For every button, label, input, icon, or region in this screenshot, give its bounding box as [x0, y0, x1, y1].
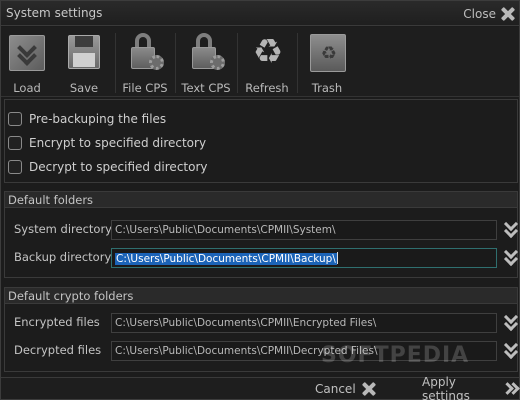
- encrypted-files-value: C:\Users\Public\Documents\CPMII\Encrypte…: [115, 317, 377, 329]
- backup-directory-value: C:\Users\Public\Documents\CPMII\Backup\: [115, 253, 337, 265]
- backup-directory-browse-button[interactable]: [502, 244, 520, 268]
- decrypted-files-browse-button[interactable]: [502, 337, 520, 361]
- checkbox-box[interactable]: [8, 160, 22, 174]
- recycle-icon: ♻: [252, 32, 284, 72]
- file-cps-label: File CPS: [122, 81, 168, 95]
- close-label: Close: [463, 7, 496, 21]
- pre-backup-checkbox[interactable]: Pre-backuping the files: [8, 110, 166, 128]
- system-directory-value: C:\Users\Public\Documents\CPMII\System\: [115, 224, 336, 236]
- load-button[interactable]: Load: [6, 31, 48, 95]
- encrypted-files-input[interactable]: C:\Users\Public\Documents\CPMII\Encrypte…: [111, 313, 497, 333]
- trash-button[interactable]: ♻ Trash: [305, 31, 349, 95]
- system-directory-input[interactable]: C:\Users\Public\Documents\CPMII\System\: [111, 220, 497, 240]
- toolbar: Load Save File CPS Text CPS ♻ Refresh ♻ …: [1, 27, 519, 97]
- default-crypto-folders-header: Default crypto folders: [4, 287, 518, 304]
- default-folders-group: System directory C:\Users\Public\Documen…: [4, 208, 520, 278]
- apply-settings-label: Apply settings: [422, 375, 470, 400]
- system-directory-browse-button[interactable]: [502, 216, 520, 240]
- load-icon: [7, 31, 47, 73]
- settings-window: System settings Close Load Save File CPS…: [0, 0, 520, 400]
- toolbar-separator: [297, 33, 298, 93]
- toolbar-separator: [115, 33, 116, 93]
- trash-label: Trash: [311, 81, 343, 95]
- floppy-icon: [64, 31, 104, 73]
- refresh-button[interactable]: ♻ Refresh: [245, 31, 289, 95]
- crypto-folders-group: Encrypted files C:\Users\Public\Document…: [4, 304, 520, 372]
- lock-gear-icon: [186, 31, 226, 73]
- backup-directory-label: Backup directory: [14, 250, 112, 264]
- decrypted-files-value: C:\Users\Public\Documents\CPMII\Decrypte…: [115, 345, 378, 357]
- trash-icon: ♻: [307, 31, 347, 73]
- encrypted-files-label: Encrypted files: [14, 315, 100, 329]
- decrypt-label: Decrypt to specified directory: [29, 160, 208, 174]
- checkbox-box[interactable]: [8, 112, 22, 126]
- close-icon: [362, 382, 376, 396]
- apply-settings-button[interactable]: Apply settings: [422, 375, 520, 400]
- cancel-label: Cancel: [315, 382, 356, 396]
- backup-directory-input[interactable]: C:\Users\Public\Documents\CPMII\Backup\: [111, 248, 497, 268]
- window-title: System settings: [6, 6, 103, 20]
- toolbar-separator: [175, 33, 176, 93]
- double-arrow-right-icon: [501, 382, 520, 396]
- text-cps-button[interactable]: Text CPS: [181, 31, 231, 95]
- encrypt-checkbox[interactable]: Encrypt to specified directory: [8, 134, 206, 152]
- file-cps-button[interactable]: File CPS: [121, 31, 169, 95]
- options-panel: Pre-backuping the files Encrypt to speci…: [4, 99, 518, 183]
- cancel-button[interactable]: Cancel: [315, 380, 376, 398]
- system-directory-label: System directory: [14, 222, 112, 236]
- encrypt-label: Encrypt to specified directory: [29, 136, 207, 150]
- checkbox-box[interactable]: [8, 136, 22, 150]
- section-title: Default crypto folders: [8, 289, 134, 303]
- decrypted-files-label: Decrypted files: [14, 343, 102, 357]
- title-bar: System settings Close: [1, 1, 519, 26]
- default-folders-header: Default folders: [4, 191, 518, 208]
- text-caret: [336, 252, 338, 264]
- refresh-label: Refresh: [245, 81, 289, 95]
- close-icon: [501, 7, 515, 21]
- encrypted-files-browse-button[interactable]: [502, 309, 520, 333]
- lock-gear-icon: [125, 31, 165, 73]
- decrypt-checkbox[interactable]: Decrypt to specified directory: [8, 158, 208, 176]
- toolbar-separator: [237, 33, 238, 93]
- save-button[interactable]: Save: [63, 31, 105, 95]
- load-label: Load: [13, 81, 41, 95]
- bottom-bar: Cancel Apply settings: [1, 375, 520, 400]
- pre-backup-label: Pre-backuping the files: [29, 112, 167, 126]
- close-button[interactable]: Close: [463, 4, 515, 24]
- decrypted-files-input[interactable]: C:\Users\Public\Documents\CPMII\Decrypte…: [111, 341, 497, 361]
- text-cps-label: Text CPS: [181, 81, 231, 95]
- section-title: Default folders: [8, 193, 94, 207]
- save-label: Save: [69, 81, 99, 95]
